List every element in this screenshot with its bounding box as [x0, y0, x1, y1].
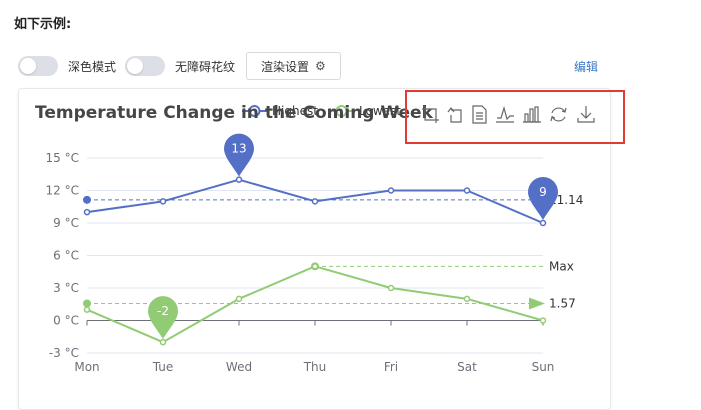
highest-mark-pin-label: 13 — [231, 142, 246, 156]
x-tick-label: Tue — [152, 360, 174, 374]
x-tick-label: Sun — [532, 360, 555, 374]
highest-data-point[interactable] — [311, 198, 319, 205]
chart-title: Temperature Change in the Coming Week — [35, 103, 434, 123]
y-tick-label: 12 °C — [46, 184, 79, 198]
y-tick-label: 0 °C — [53, 314, 79, 328]
lowest-data-point[interactable] — [311, 263, 319, 270]
zoom-reset-icon[interactable] — [447, 107, 462, 123]
x-tick-label: Wed — [226, 360, 252, 374]
highest-mark-pin-label: 9 — [539, 185, 547, 199]
highest-data-point[interactable] — [83, 208, 91, 216]
line-chart: -3 °C 0 °C 3 °C 6 °C 9 °C 12 °C 15 °C Mon Tue Wed… — [35, 103, 595, 374]
y-tick-label: 3 °C — [53, 281, 79, 295]
gear-icon: ⚙ — [315, 59, 326, 73]
bar-chart-icon[interactable] — [523, 106, 541, 123]
accessible-pattern-toggle[interactable] — [125, 56, 166, 76]
y-tick-label: 9 °C — [53, 216, 79, 230]
y-tick-label: 6 °C — [53, 249, 79, 263]
lowest-average-line-arrow — [529, 297, 545, 310]
line-chart-icon[interactable] — [496, 105, 514, 123]
lowest-data-point[interactable] — [159, 338, 167, 346]
x-tick-label: Fri — [384, 360, 398, 374]
highest-data-point[interactable] — [387, 187, 395, 194]
highest-data-point[interactable] — [235, 176, 243, 183]
render-settings-button[interactable]: 渲染设置 ⚙ — [246, 52, 341, 80]
y-tick-label: -3 °C — [49, 346, 79, 360]
highest-data-point[interactable] — [159, 198, 167, 205]
lowest-max-line-label: Max — [549, 259, 574, 273]
lowest-data-point[interactable] — [463, 295, 471, 303]
save-image-icon[interactable] — [577, 106, 595, 123]
highest-data-point[interactable] — [539, 219, 547, 227]
edit-link[interactable]: 编辑 — [574, 58, 598, 75]
lowest-mark-pin-label: -2 — [157, 304, 169, 318]
highest-data-point[interactable] — [463, 187, 471, 194]
lowest-data-point[interactable] — [235, 295, 243, 303]
x-tick-label: Thu — [303, 360, 327, 374]
x-tick-label: Mon — [74, 360, 99, 374]
lowest-data-point[interactable] — [387, 284, 395, 292]
dark-mode-toggle[interactable] — [18, 56, 58, 76]
page-heading: 如下示例: — [14, 17, 72, 32]
lowest-data-point[interactable] — [539, 317, 547, 324]
lowest-data-point[interactable] — [83, 306, 91, 313]
x-tick-label: Sat — [457, 360, 477, 374]
highest-average-start-dot — [83, 195, 91, 204]
restore-icon[interactable] — [550, 107, 567, 122]
y-tick-label: 15 °C — [46, 151, 79, 165]
controls-bar: 深色模式 无障碍花纹 渲染设置 ⚙ — [18, 52, 341, 80]
accessible-pattern-label: 无障碍花纹 — [175, 59, 236, 74]
chart-card: -3 °C 0 °C 3 °C 6 °C 9 °C 12 °C 15 °C Mon Tue Wed… — [18, 88, 611, 410]
render-settings-label: 渲染设置 — [261, 59, 310, 74]
lowest-average-line-label: 1.57 — [549, 296, 576, 310]
data-view-icon[interactable] — [472, 105, 487, 124]
lowest-average-start-dot — [83, 299, 91, 308]
dark-mode-label: 深色模式 — [68, 59, 117, 74]
